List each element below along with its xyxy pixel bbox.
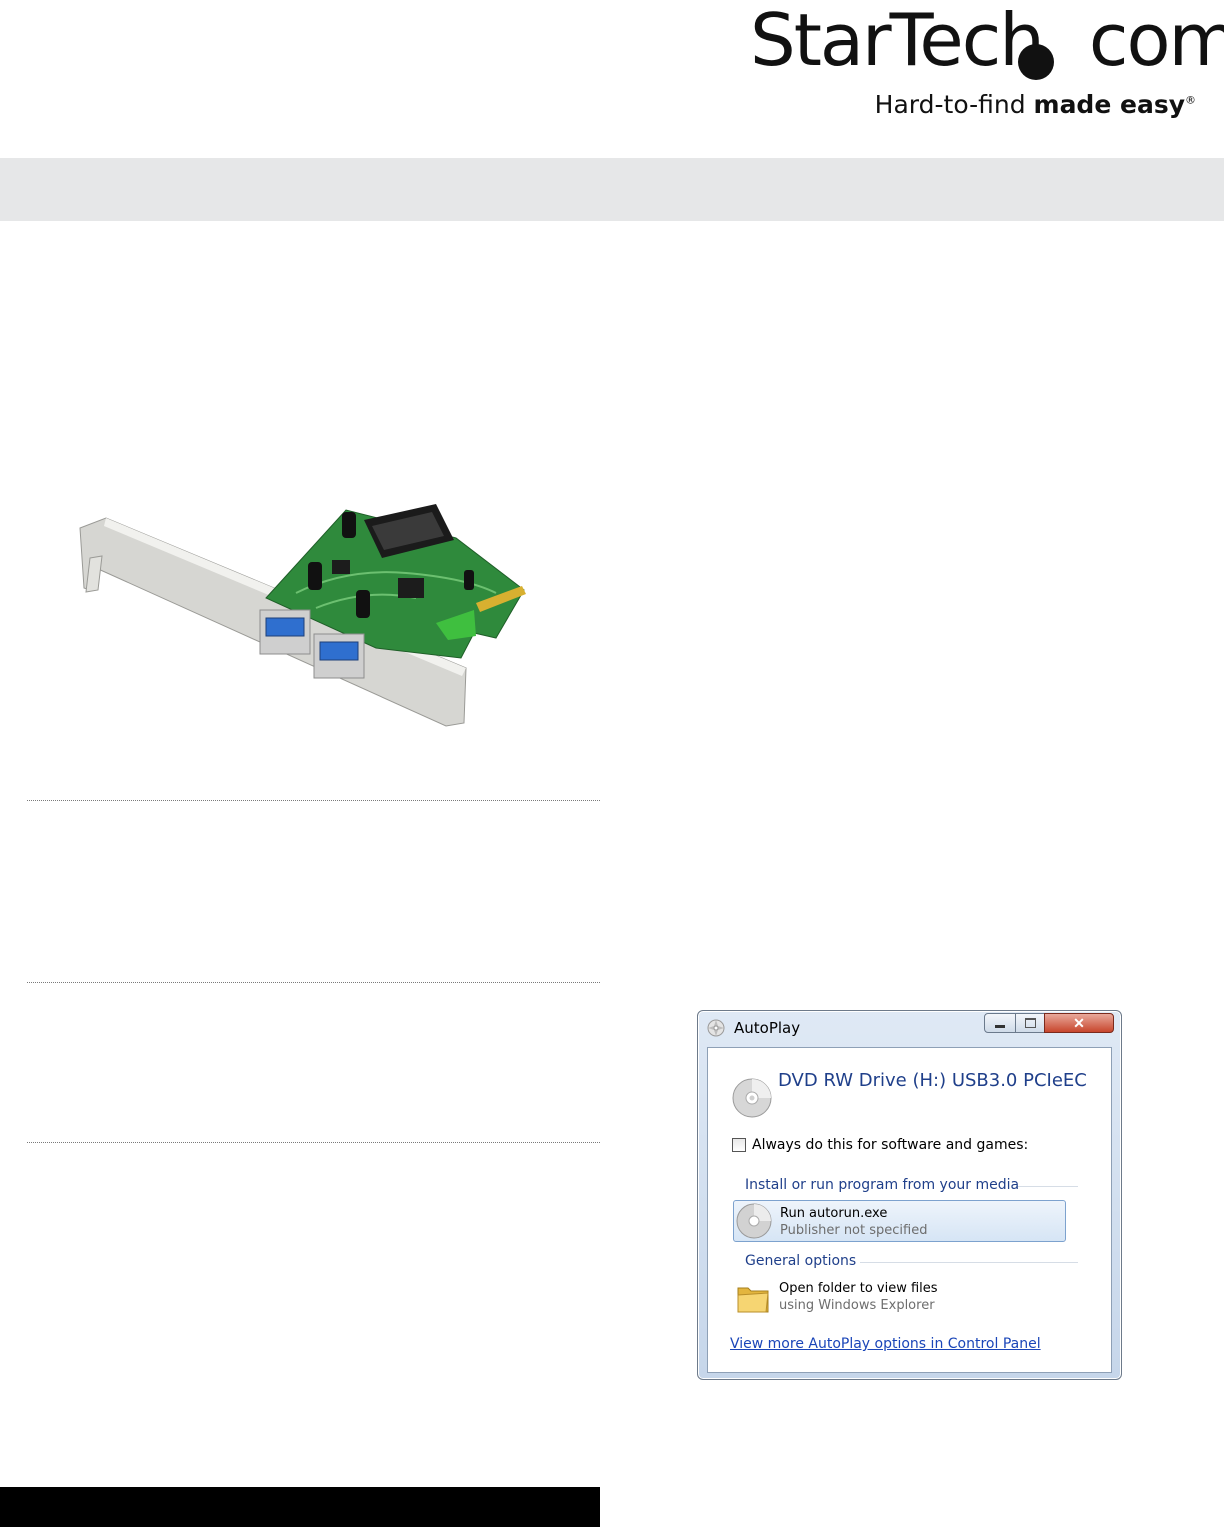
cd-icon	[732, 1078, 772, 1118]
section-divider	[27, 982, 600, 983]
maximize-button[interactable]	[1015, 1013, 1045, 1033]
maximize-icon	[1024, 1018, 1036, 1028]
footer-band	[0, 1487, 600, 1527]
option-subtitle: using Windows Explorer	[779, 1298, 935, 1313]
open-folder-option[interactable]: Open folder to view files using Windows …	[733, 1276, 1066, 1320]
always-do-this-label: Always do this for software and games:	[752, 1137, 1029, 1153]
close-icon: ✕	[1073, 1014, 1085, 1031]
option-title: Open folder to view files	[779, 1281, 938, 1296]
group-divider	[860, 1262, 1078, 1263]
group-heading-general: General options	[745, 1253, 857, 1269]
option-subtitle: Publisher not specified	[780, 1223, 928, 1238]
option-title: Run autorun.exe	[780, 1206, 888, 1221]
minimize-icon	[995, 1024, 1005, 1028]
dialog-content: DVD RW Drive (H:) USB3.0 PCIeEC Always d…	[707, 1047, 1112, 1373]
more-autoplay-options-link[interactable]: View more AutoPlay options in Control Pa…	[730, 1336, 1041, 1352]
logo-tagline: Hard-to-find made easy®	[874, 90, 1196, 119]
autoplay-dialog: AutoPlay ✕ DVD RW Drive (H:) USB3.0 PCIe…	[697, 1010, 1122, 1380]
section-divider	[27, 1142, 600, 1143]
pcie-usb-card-image	[79, 504, 526, 727]
minimize-button[interactable]	[984, 1013, 1016, 1033]
startech-logo: StarTech com Hard-to-find made easy®	[740, 0, 1224, 130]
always-do-this-checkbox[interactable]	[732, 1138, 746, 1152]
logo-wordmark: StarTech com	[750, 0, 1224, 82]
dialog-title: AutoPlay	[734, 1019, 801, 1037]
cd-icon	[736, 1203, 772, 1239]
run-autorun-option[interactable]: Run autorun.exe Publisher not specified	[733, 1200, 1066, 1242]
autoplay-icon	[707, 1019, 725, 1037]
section-divider	[27, 800, 600, 801]
group-divider	[1018, 1186, 1078, 1187]
drive-name: DVD RW Drive (H:) USB3.0 PCIeEC	[778, 1070, 1087, 1091]
header-band	[0, 158, 1224, 221]
group-heading-install: Install or run program from your media	[745, 1177, 1020, 1193]
close-button[interactable]: ✕	[1044, 1013, 1114, 1033]
folder-icon	[737, 1287, 769, 1313]
logo-dot	[1018, 44, 1054, 80]
